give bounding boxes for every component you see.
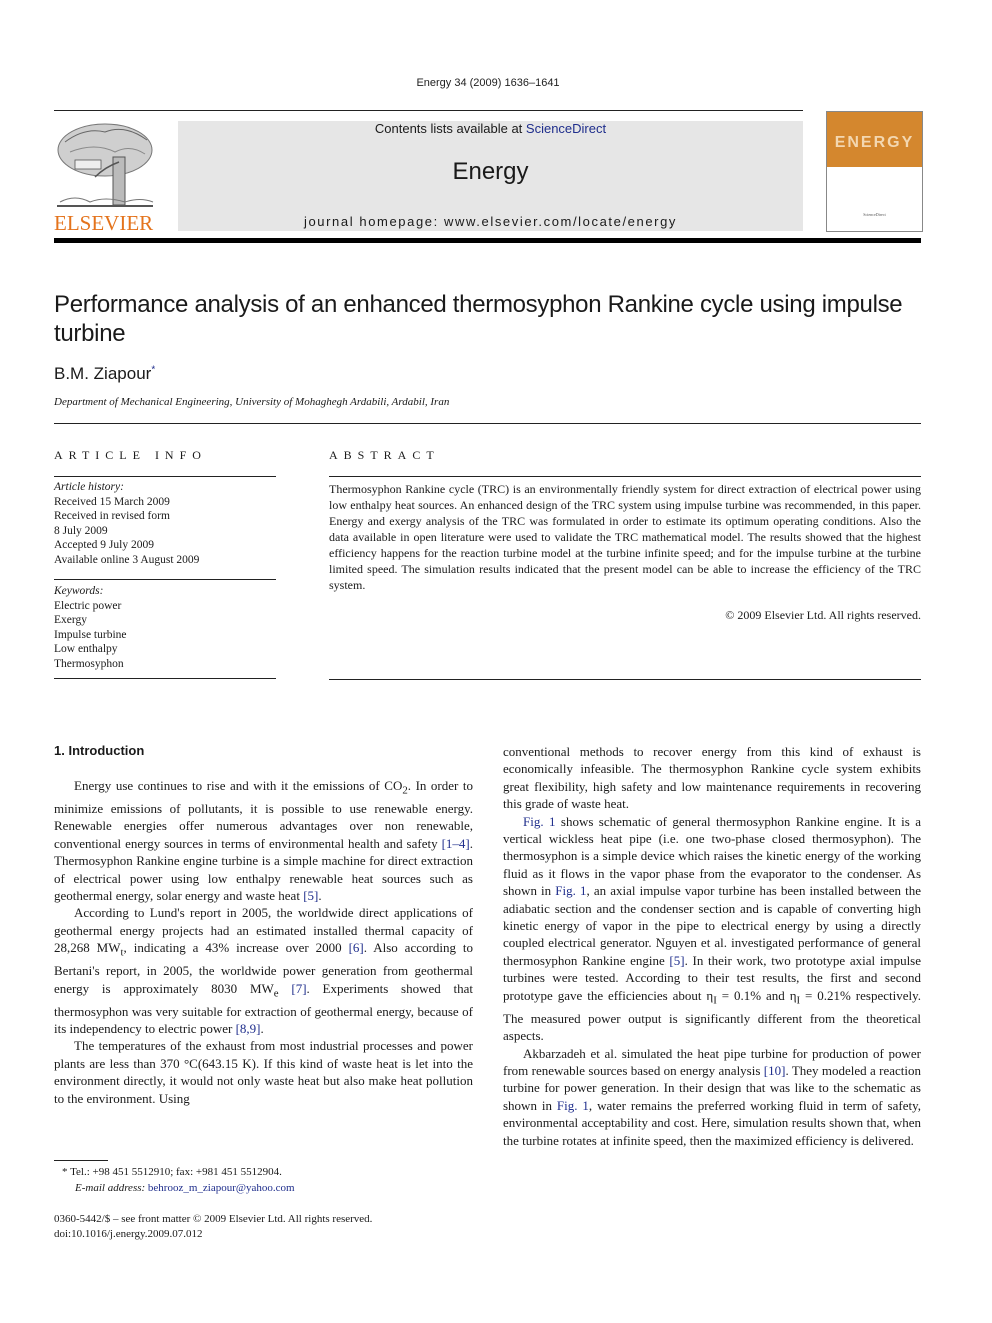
journal-homepage[interactable]: journal homepage: www.elsevier.com/locat…: [178, 214, 803, 229]
text-run: , indicating a 43% increase over 2000: [123, 940, 349, 956]
cover-title: ENERGY: [834, 134, 915, 151]
issn-line: 0360-5442/$ – see front matter © 2009 El…: [54, 1213, 373, 1225]
front-matter: 0360-5442/$ – see front matter © 2009 El…: [54, 1212, 484, 1242]
paragraph: Energy use continues to rise and with it…: [54, 777, 473, 904]
abstract-text: Thermosyphon Rankine cycle (TRC) is an e…: [329, 482, 921, 592]
history-label: Article history:: [54, 481, 124, 493]
keyword: Exergy: [54, 614, 88, 626]
history-item: Accepted 9 July 2009: [54, 539, 154, 551]
article-history: Article history: Received 15 March 2009 …: [54, 480, 276, 567]
citation-link[interactable]: [10]: [764, 1063, 786, 1078]
abstract-heading: ABSTRACT: [329, 448, 440, 462]
author-line: B.M. Ziapour*: [54, 364, 155, 384]
paragraph: Akbarzadeh et al. simulated the heat pip…: [503, 1045, 921, 1149]
history-item: Received in revised form: [54, 510, 170, 522]
citation-link[interactable]: [6]: [349, 940, 364, 955]
footnote-mark: *: [62, 1166, 68, 1178]
citation-link[interactable]: [5]: [669, 953, 684, 968]
footnote-contact: Tel.: +98 451 5512910; fax: +981 451 551…: [70, 1166, 282, 1178]
section-heading-introduction: 1. Introduction: [54, 743, 145, 758]
article-info-rule: [54, 476, 276, 477]
citation-link[interactable]: [7]: [291, 981, 306, 996]
elsevier-logo[interactable]: ELSEVIER: [54, 118, 164, 235]
history-item: Received 15 March 2009: [54, 495, 170, 508]
text-run: = 0.1% and η: [716, 987, 797, 1003]
abstract-bottom-rule: [329, 679, 921, 680]
journal-title: Energy: [452, 158, 529, 185]
paragraph: The temperatures of the exhaust from mos…: [54, 1037, 473, 1107]
sciencedirect-link[interactable]: ScienceDirect: [526, 121, 606, 136]
footnote-email-line: E-mail address: behrooz_m_ziapour@yahoo.…: [62, 1180, 482, 1196]
figure-link[interactable]: Fig. 1: [557, 1098, 589, 1113]
keyword: Low enthalpy: [54, 643, 118, 655]
email-link[interactable]: behrooz_m_ziapour@yahoo.com: [148, 1182, 295, 1194]
paragraph: conventional methods to recover energy f…: [503, 743, 921, 813]
article-title: Performance analysis of an enhanced ther…: [54, 291, 903, 347]
keyword: Electric power: [54, 599, 122, 612]
title-rule: [54, 423, 921, 424]
subscript: e: [273, 987, 279, 1000]
figure-link[interactable]: Fig. 1: [555, 883, 586, 898]
author-footnote-mark[interactable]: *: [151, 364, 155, 375]
abstract-copyright: © 2009 Elsevier Ltd. All rights reserved…: [725, 608, 921, 622]
history-item: Available online 3 August 2009: [54, 553, 200, 566]
header-rule: [54, 110, 803, 111]
body-column-left: Energy use continues to rise and with it…: [54, 777, 473, 1107]
citation-link[interactable]: [8,9]: [236, 1021, 261, 1036]
figure-link[interactable]: Fig. 1: [523, 814, 556, 829]
author-footnote: * Tel.: +98 451 5512910; fax: +981 451 5…: [62, 1164, 482, 1196]
keywords-rule: [54, 579, 276, 580]
citation-link[interactable]: [5]: [303, 888, 318, 903]
contents-line: Contents lists available at ScienceDirec…: [178, 121, 803, 136]
cover-sciencedirect-mark: ScienceDirect: [863, 212, 886, 217]
email-label: E-mail address:: [75, 1182, 146, 1194]
text-run: .: [318, 888, 322, 904]
elsevier-wordmark: ELSEVIER: [54, 211, 154, 235]
text-run: [279, 981, 292, 996]
doi[interactable]: doi:10.1016/j.energy.2009.07.012: [54, 1227, 484, 1242]
paragraph: According to Lund's report in 2005, the …: [54, 904, 473, 1037]
keyword: Impulse turbine: [54, 628, 127, 641]
text-run: The temperatures of the exhaust from mos…: [54, 1038, 473, 1106]
footnote-contact-line: * Tel.: +98 451 5512910; fax: +981 451 5…: [62, 1164, 482, 1180]
text-run: conventional methods to recover energy f…: [503, 744, 921, 812]
elsevier-tree-icon: [57, 123, 154, 207]
affiliation: Department of Mechanical Engineering, Un…: [54, 396, 450, 408]
contents-prefix: Contents lists available at: [374, 121, 526, 136]
keywords-label: Keywords:: [54, 585, 104, 597]
journal-cover-thumbnail[interactable]: ENERGY ScienceDirect: [826, 111, 923, 232]
history-item: 8 July 2009: [54, 524, 108, 537]
keywords-block: Keywords: Electric power Exergy Impulse …: [54, 584, 276, 671]
abstract-rule: [329, 476, 921, 477]
keyword: Thermosyphon: [54, 657, 124, 670]
footnote-rule: [54, 1160, 108, 1161]
paragraph: Fig. 1 shows schematic of general thermo…: [503, 813, 921, 1045]
article-info-heading: ARTICLE INFO: [54, 448, 207, 462]
header-thick-rule: [54, 238, 921, 243]
body-column-right: conventional methods to recover energy f…: [503, 743, 921, 1149]
text-run: .: [260, 1021, 264, 1037]
citation-link[interactable]: [1–4]: [442, 836, 470, 851]
article-info-bottom-rule: [54, 678, 276, 679]
journal-reference: Energy 34 (2009) 1636–1641: [416, 77, 560, 89]
author-name: B.M. Ziapour: [54, 364, 152, 383]
text-run: Energy use continues to rise and with it…: [74, 778, 403, 793]
